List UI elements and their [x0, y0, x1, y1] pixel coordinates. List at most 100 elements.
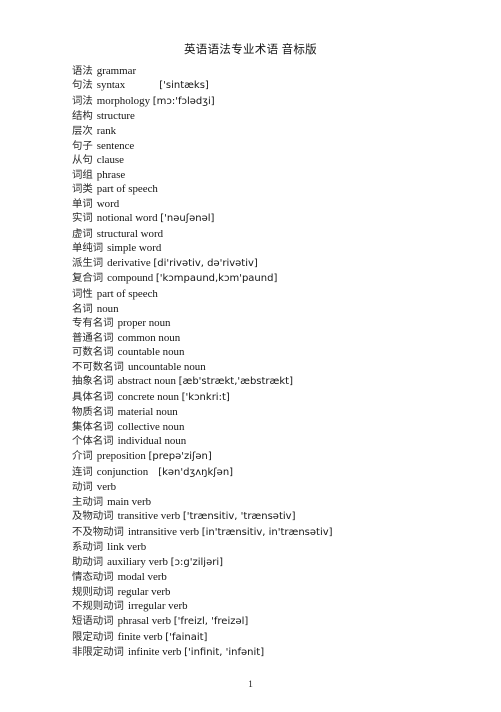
term-chinese: 普通名词 [72, 331, 114, 344]
term-chinese: 从句 [72, 154, 93, 167]
term-row: 名词 noun [72, 302, 501, 317]
term-chinese: 系动词 [72, 541, 104, 554]
term-row: 虚词 structural word [72, 227, 501, 242]
term-english: part of speech [96, 183, 158, 196]
term-english: sentence [96, 139, 135, 152]
terminology-list: 语法 grammar 句法 syntax ['sintæks] 词法 morpholo… [0, 64, 501, 661]
term-chinese: 词性 [72, 288, 93, 300]
term-chinese: 短语动词 [72, 615, 114, 628]
term-chinese: 不及物动词 [72, 525, 124, 538]
term-phonetic: ['infinit, 'infənit] [184, 647, 265, 659]
term-english: link verb [107, 541, 147, 554]
term-row: 不可数名词 uncountable noun [72, 360, 501, 375]
term-phonetic: [prepə'ziʃən] [148, 451, 212, 463]
term-row: 短语动词 phrasal verb ['freizl, 'freizəl] [72, 614, 501, 630]
term-chinese: 结构 [72, 110, 93, 123]
term-row: 连词 conjunction [kən'dʒʌŋkʃən] [72, 465, 501, 481]
term-english: structure [96, 110, 135, 123]
term-english: noun [96, 302, 119, 315]
term-english: rank [96, 124, 117, 137]
term-chinese: 具体名词 [72, 390, 114, 403]
term-english: intransitive verb [127, 525, 200, 538]
term-chinese: 个体名词 [72, 435, 114, 448]
term-chinese: 情态动词 [72, 571, 114, 584]
term-row: 实词 notional word ['nəuʃənəl] [72, 211, 501, 227]
term-row: 语法 grammar [72, 64, 501, 79]
term-chinese: 不可数名词 [72, 360, 124, 373]
term-english: word [96, 197, 120, 210]
term-row: 具体名词 concrete noun ['kɔnkri:t] [72, 390, 501, 406]
term-phonetic: ['kɔnkri:t] [181, 391, 230, 403]
term-row: 从句 clause [72, 153, 501, 168]
term-row: 复合词 compound ['kɔmpaund,kɔm'paund] [72, 271, 501, 287]
term-chinese: 复合词 [72, 272, 104, 285]
term-row: 非限定动词 infinite verb ['infinit, 'infənit] [72, 645, 501, 661]
term-chinese: 限定动词 [72, 630, 114, 643]
term-row: 物质名词 material noun [72, 405, 501, 420]
term-row: 词类 part of speech [72, 182, 501, 197]
term-row: 词法 morphology [mɔ:'fɔlədʒi] [72, 94, 501, 110]
term-chinese: 连词 [72, 465, 93, 478]
term-chinese: 句子 [72, 139, 93, 152]
term-english: collective noun [117, 420, 185, 433]
term-english: auxiliary verb [107, 555, 168, 568]
term-chinese: 派生词 [72, 256, 104, 269]
term-chinese: 层次 [72, 124, 93, 137]
term-row: 及物动词 transitive verb ['trænsitiv, 'træns… [72, 509, 501, 525]
term-phonetic: ['sintæks] [159, 80, 209, 92]
term-english: syntax [96, 79, 126, 92]
term-english: material noun [117, 406, 178, 419]
term-english: notional word [96, 212, 158, 225]
term-row: 系动词 link verb [72, 540, 501, 555]
term-english: proper noun [117, 317, 171, 330]
term-chinese: 介词 [72, 450, 93, 463]
term-row: 动词 verb [72, 480, 501, 495]
term-row: 限定动词 finite verb ['fainait] [72, 630, 501, 646]
term-english: concrete noun [117, 390, 179, 403]
term-chinese: 抽象名词 [72, 375, 114, 388]
term-english: morphology [96, 94, 151, 107]
term-english: regular verb [117, 585, 171, 598]
term-chinese: 动词 [72, 481, 93, 494]
term-phonetic: [mɔ:'fɔlədʒi] [152, 95, 215, 107]
term-row: 主动词 main verb [72, 495, 501, 510]
term-phonetic: [kən'dʒʌŋkʃən] [158, 466, 234, 478]
term-phonetic: [ɔ:g'ziljəri] [170, 556, 224, 568]
term-chinese: 主动词 [72, 495, 104, 508]
term-row: 句子 sentence [72, 139, 501, 154]
term-chinese: 词类 [72, 183, 93, 196]
term-english: part of speech [96, 288, 158, 300]
term-english: infinite verb [127, 646, 182, 659]
term-chinese: 单纯词 [72, 242, 104, 255]
term-chinese: 助动词 [72, 555, 104, 568]
term-row: 结构 structure [72, 109, 501, 124]
term-chinese: 物质名词 [72, 406, 114, 419]
term-english: transitive verb [117, 510, 181, 523]
term-english: compound [107, 272, 154, 285]
term-english: irregular verb [127, 600, 188, 613]
term-row: 介词 preposition [prepə'ziʃən] [72, 449, 501, 465]
term-english: clause [96, 154, 124, 167]
page-number: 1 [248, 680, 253, 690]
term-chinese: 专有名词 [72, 317, 114, 330]
term-row: 可数名词 countable noun [72, 345, 501, 360]
term-row: 词性 part of speech [72, 287, 501, 302]
term-phonetic: ['kɔmpaund,kɔm'paund] [155, 273, 278, 285]
term-english: grammar [96, 64, 137, 77]
term-chinese: 词法 [72, 94, 93, 107]
term-phonetic: [æb'strækt,'æbstrækt] [178, 376, 293, 388]
term-phonetic: ['nəuʃənəl] [160, 213, 215, 225]
document-page: 英语语法专业术语 音标版 语法 grammar 句法 syntax ['sintæk… [0, 0, 501, 712]
term-phonetic: ['fainait] [165, 631, 208, 643]
page-title: 英语语法专业术语 音标版 [184, 44, 317, 56]
term-row: 普通名词 common noun [72, 331, 501, 346]
term-english: verb [96, 481, 117, 494]
term-row: 情态动词 modal verb [72, 570, 501, 585]
term-english: finite verb [117, 630, 163, 643]
term-english: uncountable noun [127, 360, 206, 373]
term-english: modal verb [117, 571, 167, 584]
term-english: phrase [96, 168, 126, 181]
term-row: 不规则动词 irregular verb [72, 599, 501, 614]
term-row: 不及物动词 intransitive verb [in'trænsitiv, i… [72, 525, 501, 541]
term-row: 层次 rank [72, 124, 501, 139]
